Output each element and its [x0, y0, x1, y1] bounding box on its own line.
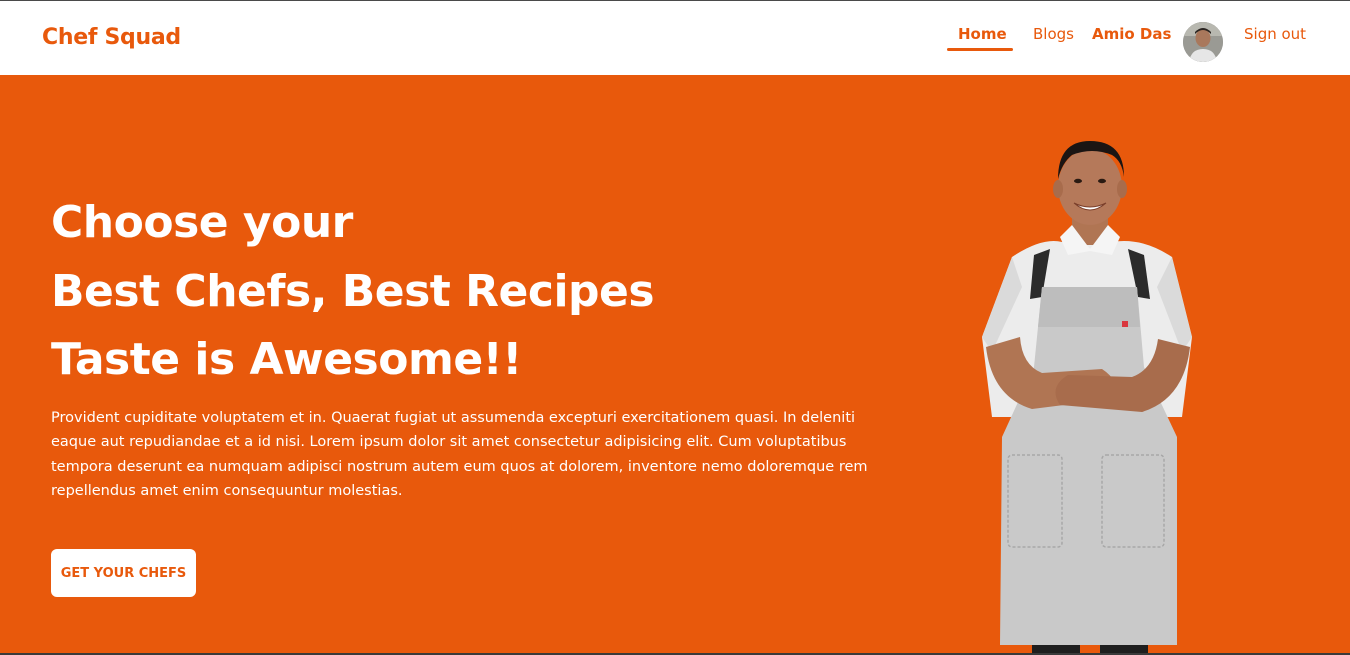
avatar-image [1183, 22, 1223, 62]
hero-headline-line-1: Choose your [51, 197, 353, 248]
brand-logo[interactable]: Chef Squad [42, 25, 181, 50]
nav-home-link[interactable]: Home [958, 25, 1007, 43]
user-avatar[interactable] [1183, 22, 1223, 62]
navbar: Chef Squad Home Blogs Amio Das Sign out [0, 0, 1350, 75]
active-link-indicator [947, 48, 1013, 51]
hero-description: Provident cupiditate voluptatem et in. Q… [51, 410, 868, 499]
get-your-chefs-button[interactable]: GET YOUR CHEFS [51, 549, 196, 597]
hero-section: Choose your Best Chefs, Best Recipes Tas… [0, 75, 1350, 653]
sign-out-link[interactable]: Sign out [1244, 25, 1306, 43]
chef-illustration [982, 141, 1192, 653]
nav-user-name[interactable]: Amio Das [1092, 25, 1171, 43]
hero-headline-line-2: Best Chefs, Best Recipes [51, 266, 655, 317]
nav-blogs-link[interactable]: Blogs [1033, 25, 1074, 43]
hero-headline-line-3: Taste is Awesome!! [51, 334, 522, 385]
